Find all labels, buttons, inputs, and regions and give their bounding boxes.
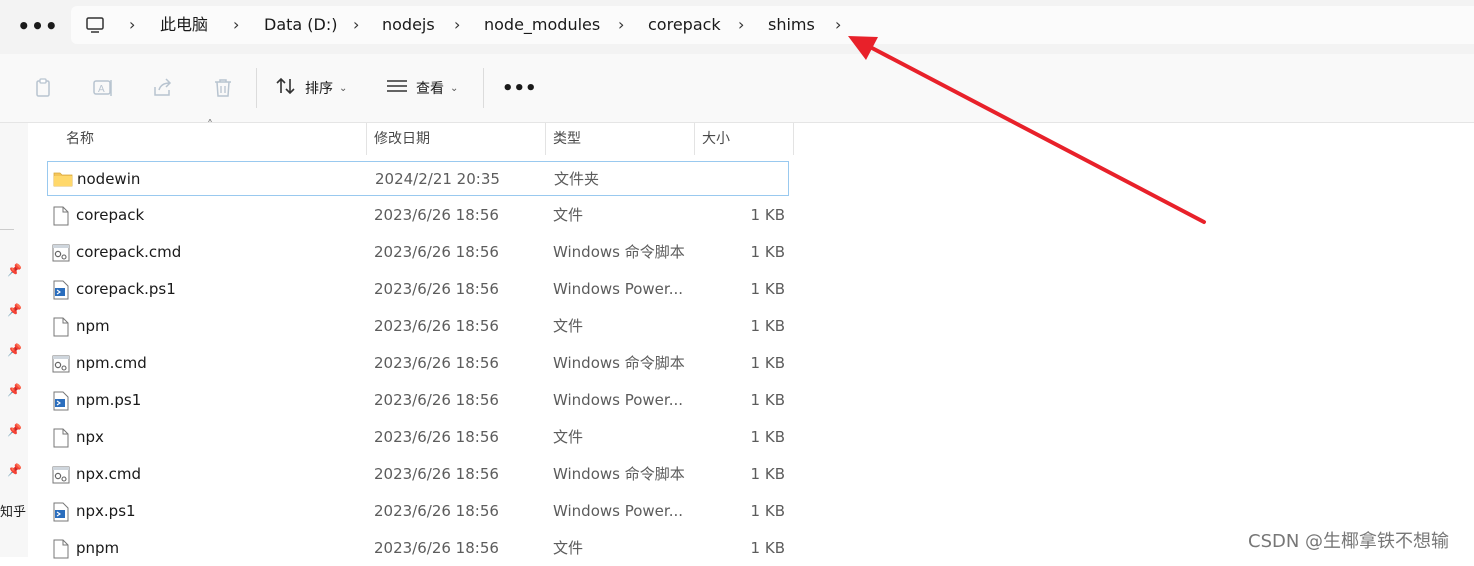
watermark: CSDN @生椰拿铁不想输 (1248, 531, 1450, 552)
red-annotation-arrow (848, 36, 1206, 224)
